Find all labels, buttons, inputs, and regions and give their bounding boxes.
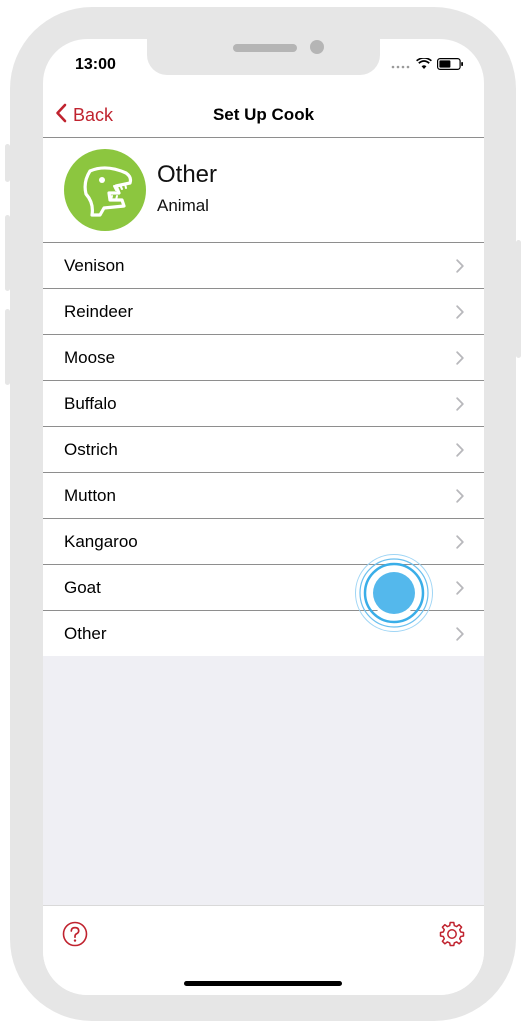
chevron-right-icon [456, 489, 464, 508]
category-avatar [64, 149, 146, 231]
list-item-label: Moose [64, 348, 116, 367]
status-icons [391, 57, 464, 75]
silent-switch [5, 144, 10, 182]
chevron-right-icon [456, 397, 464, 416]
battery-icon [437, 57, 464, 75]
list-item-label: Reindeer [64, 302, 133, 321]
list-item-label: Goat [64, 578, 101, 597]
touch-indicator [354, 553, 434, 633]
list-item-label: Other [64, 624, 107, 643]
settings-button[interactable] [439, 921, 465, 952]
page-title: Set Up Cook [212, 105, 315, 124]
dinosaur-skull-icon [83, 166, 133, 217]
list-item-label: Buffalo [64, 394, 117, 413]
empty-area [43, 656, 484, 906]
home-indicator [184, 981, 342, 986]
power-button [516, 240, 521, 358]
camera [310, 40, 324, 54]
chevron-right-icon [456, 259, 464, 278]
notch [147, 39, 380, 75]
category-subtitle: Animal [157, 196, 209, 215]
status-time: 13:00 [75, 56, 116, 73]
category-header: Other Animal [43, 138, 484, 243]
list-item-venison[interactable]: Venison [43, 243, 484, 289]
chevron-right-icon [456, 305, 464, 324]
chevron-right-icon [456, 627, 464, 646]
list-item-label: Venison [64, 256, 125, 275]
bottom-toolbar [43, 905, 484, 995]
chevron-right-icon [456, 581, 464, 600]
list-item-label: Mutton [64, 486, 116, 505]
list-item-label: Ostrich [64, 440, 118, 459]
wifi-icon [416, 57, 432, 75]
help-circle-icon [62, 921, 88, 947]
signal-icon [391, 57, 411, 75]
navigation-bar: Back Set Up Cook [43, 93, 484, 138]
list-item-mutton[interactable]: Mutton [43, 473, 484, 519]
chevron-right-icon [456, 351, 464, 370]
list-item-moose[interactable]: Moose [43, 335, 484, 381]
chevron-right-icon [456, 535, 464, 554]
list-item-reindeer[interactable]: Reindeer [43, 289, 484, 335]
list-item-buffalo[interactable]: Buffalo [43, 381, 484, 427]
list-item-ostrich[interactable]: Ostrich [43, 427, 484, 473]
volume-up-button [5, 215, 10, 291]
volume-down-button [5, 309, 10, 385]
chevron-right-icon [456, 443, 464, 462]
help-button[interactable] [62, 921, 88, 952]
screen: 13:00 Back Set Up Cook Other Animal Veni… [43, 39, 484, 995]
speaker [233, 44, 297, 52]
category-title: Other [157, 161, 218, 188]
gear-icon [439, 921, 465, 947]
list-item-label: Kangaroo [64, 532, 138, 551]
